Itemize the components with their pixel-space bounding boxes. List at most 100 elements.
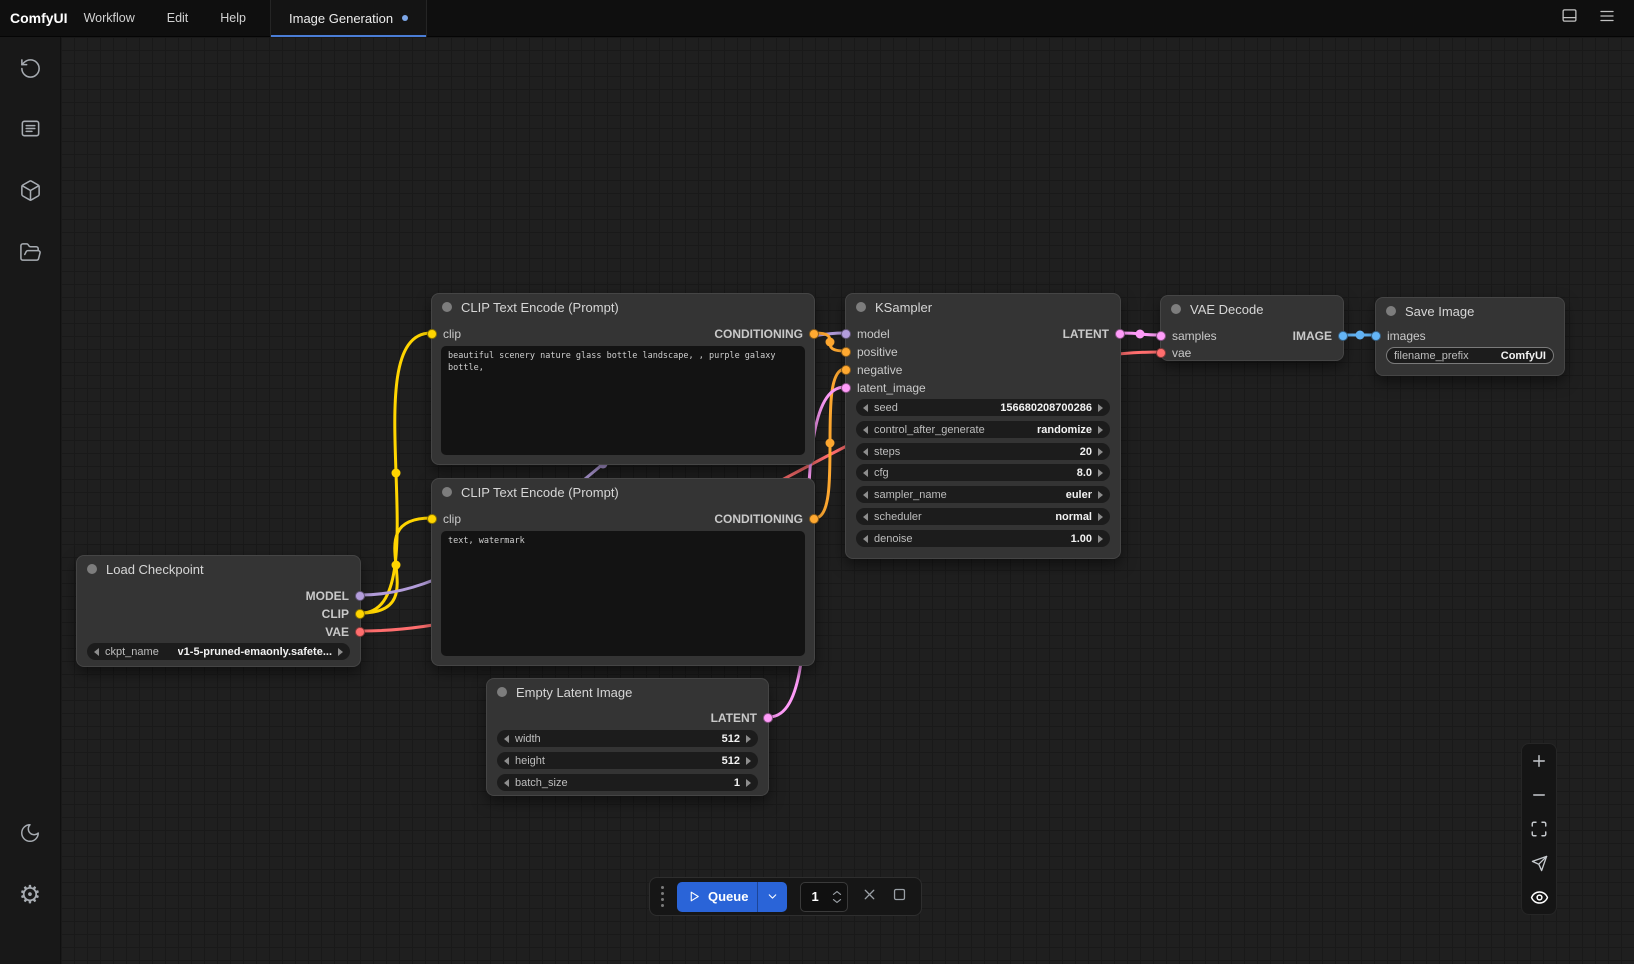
node-vae-decode[interactable]: VAE Decode samples IMAGE vae bbox=[1160, 295, 1344, 361]
increment-arrow-icon[interactable] bbox=[1098, 491, 1103, 499]
image-output-dot[interactable] bbox=[1338, 331, 1348, 341]
node-title-bar[interactable]: Empty Latent Image bbox=[487, 679, 768, 705]
decrement-arrow-icon[interactable] bbox=[863, 469, 868, 477]
collapse-dot[interactable] bbox=[442, 302, 452, 312]
collapse-dot[interactable] bbox=[1171, 304, 1181, 314]
sidebar-item-workflows[interactable] bbox=[10, 232, 50, 272]
increment-arrow-icon[interactable] bbox=[746, 779, 751, 787]
collapse-dot[interactable] bbox=[87, 564, 97, 574]
collapse-dot[interactable] bbox=[856, 302, 866, 312]
batch-count-spinner[interactable]: 1 bbox=[800, 882, 848, 912]
increment-arrow-icon[interactable] bbox=[746, 735, 751, 743]
increment-arrow-icon[interactable] bbox=[1098, 513, 1103, 521]
fit-view-button[interactable] bbox=[1522, 812, 1556, 846]
decrement-arrow-icon[interactable] bbox=[94, 648, 99, 656]
widget-scheduler[interactable]: scheduler normal bbox=[856, 508, 1110, 525]
increment-icon[interactable] bbox=[832, 890, 842, 896]
prompt-textarea[interactable]: text, watermark bbox=[441, 531, 805, 656]
menu-edit[interactable]: Edit bbox=[167, 11, 189, 25]
clip-input-dot[interactable] bbox=[427, 329, 437, 339]
queue-dropdown-button[interactable] bbox=[757, 882, 787, 912]
collapse-dot[interactable] bbox=[497, 687, 507, 697]
zoom-out-button[interactable] bbox=[1522, 778, 1556, 812]
sidebar-item-queue-history[interactable] bbox=[10, 48, 50, 88]
latent-output-dot[interactable] bbox=[763, 713, 773, 723]
menu-workflow[interactable]: Workflow bbox=[84, 11, 135, 25]
latent-output-dot[interactable] bbox=[1115, 329, 1125, 339]
toggle-link-visibility-button[interactable] bbox=[1522, 880, 1556, 914]
zoom-in-button[interactable] bbox=[1522, 744, 1556, 778]
latent-image-input-dot[interactable] bbox=[841, 383, 851, 393]
conditioning-output-dot[interactable] bbox=[809, 329, 819, 339]
widget-batch-size[interactable]: batch_size 1 bbox=[497, 774, 758, 791]
images-input-dot[interactable] bbox=[1371, 331, 1381, 341]
samples-input-dot[interactable] bbox=[1156, 331, 1166, 341]
main-menu-button[interactable] bbox=[1598, 7, 1616, 30]
widget-steps[interactable]: steps 20 bbox=[856, 443, 1110, 460]
collapse-dot[interactable] bbox=[442, 487, 452, 497]
clip-output-dot[interactable] bbox=[355, 609, 365, 619]
sidebar-item-node-log[interactable] bbox=[10, 108, 50, 148]
clip-input-dot[interactable] bbox=[427, 514, 437, 524]
widget-seed[interactable]: seed 156680208700286 bbox=[856, 399, 1110, 416]
sidebar-item-model-library[interactable] bbox=[10, 170, 50, 210]
node-title-bar[interactable]: CLIP Text Encode (Prompt) bbox=[432, 294, 814, 320]
vae-output-dot[interactable] bbox=[355, 627, 365, 637]
increment-arrow-icon[interactable] bbox=[1098, 448, 1103, 456]
node-title-bar[interactable]: KSampler bbox=[846, 294, 1120, 320]
collapse-dot[interactable] bbox=[1386, 306, 1396, 316]
decrement-arrow-icon[interactable] bbox=[863, 426, 868, 434]
node-title-bar[interactable]: Save Image bbox=[1376, 298, 1564, 324]
decrement-arrow-icon[interactable] bbox=[863, 535, 868, 543]
tab-image-generation[interactable]: Image Generation bbox=[270, 0, 427, 37]
decrement-icon[interactable] bbox=[832, 898, 842, 904]
decrement-arrow-icon[interactable] bbox=[863, 448, 868, 456]
positive-input-dot[interactable] bbox=[841, 347, 851, 357]
cancel-icon[interactable] bbox=[861, 886, 878, 908]
model-input-dot[interactable] bbox=[841, 329, 851, 339]
widget-filename-prefix[interactable]: filename_prefix ComfyUI bbox=[1386, 347, 1554, 364]
node-clip-text-encode-negative[interactable]: CLIP Text Encode (Prompt) clip CONDITION… bbox=[431, 478, 815, 666]
theme-toggle-button[interactable] bbox=[10, 813, 50, 853]
widget-sampler-name[interactable]: sampler_name euler bbox=[856, 486, 1110, 503]
increment-arrow-icon[interactable] bbox=[1098, 426, 1103, 434]
widget-denoise[interactable]: denoise 1.00 bbox=[856, 530, 1110, 547]
history-icon bbox=[19, 57, 42, 80]
node-clip-text-encode-positive[interactable]: CLIP Text Encode (Prompt) clip CONDITION… bbox=[431, 293, 815, 465]
drag-handle[interactable] bbox=[661, 886, 664, 907]
decrement-arrow-icon[interactable] bbox=[863, 491, 868, 499]
stop-icon[interactable] bbox=[891, 886, 908, 908]
node-title-bar[interactable]: CLIP Text Encode (Prompt) bbox=[432, 479, 814, 505]
settings-button[interactable]: ⚙ bbox=[10, 875, 50, 915]
increment-arrow-icon[interactable] bbox=[1098, 469, 1103, 477]
widget-control-after-generate[interactable]: control_after_generate randomize bbox=[856, 421, 1110, 438]
select-mode-button[interactable] bbox=[1522, 846, 1556, 880]
widget-ckpt-name[interactable]: ckpt_name v1-5-pruned-emaonly.safete... bbox=[87, 643, 350, 660]
decrement-arrow-icon[interactable] bbox=[863, 404, 868, 412]
node-ksampler[interactable]: KSampler model LATENT positive negative … bbox=[845, 293, 1121, 559]
toggle-bottom-panel-button[interactable] bbox=[1561, 7, 1578, 29]
decrement-arrow-icon[interactable] bbox=[863, 513, 868, 521]
widget-cfg[interactable]: cfg 8.0 bbox=[856, 464, 1110, 481]
node-title-bar[interactable]: Load Checkpoint bbox=[77, 556, 360, 582]
conditioning-output-dot[interactable] bbox=[809, 514, 819, 524]
increment-arrow-icon[interactable] bbox=[1098, 404, 1103, 412]
decrement-arrow-icon[interactable] bbox=[504, 779, 509, 787]
vae-input-dot[interactable] bbox=[1156, 348, 1166, 358]
widget-width[interactable]: width 512 bbox=[497, 730, 758, 747]
negative-input-dot[interactable] bbox=[841, 365, 851, 375]
model-output-dot[interactable] bbox=[355, 591, 365, 601]
prompt-textarea[interactable]: beautiful scenery nature glass bottle la… bbox=[441, 346, 805, 455]
node-load-checkpoint[interactable]: Load Checkpoint MODEL CLIP VAE ckpt_name… bbox=[76, 555, 361, 667]
increment-arrow-icon[interactable] bbox=[1098, 535, 1103, 543]
decrement-arrow-icon[interactable] bbox=[504, 757, 509, 765]
queue-button[interactable]: Queue bbox=[677, 882, 787, 912]
increment-arrow-icon[interactable] bbox=[746, 757, 751, 765]
node-empty-latent-image[interactable]: Empty Latent Image LATENT width 512 heig… bbox=[486, 678, 769, 796]
node-save-image[interactable]: Save Image images filename_prefix ComfyU… bbox=[1375, 297, 1565, 376]
node-title-bar[interactable]: VAE Decode bbox=[1161, 296, 1343, 322]
menu-help[interactable]: Help bbox=[220, 11, 246, 25]
decrement-arrow-icon[interactable] bbox=[504, 735, 509, 743]
widget-height[interactable]: height 512 bbox=[497, 752, 758, 769]
increment-arrow-icon[interactable] bbox=[338, 648, 343, 656]
